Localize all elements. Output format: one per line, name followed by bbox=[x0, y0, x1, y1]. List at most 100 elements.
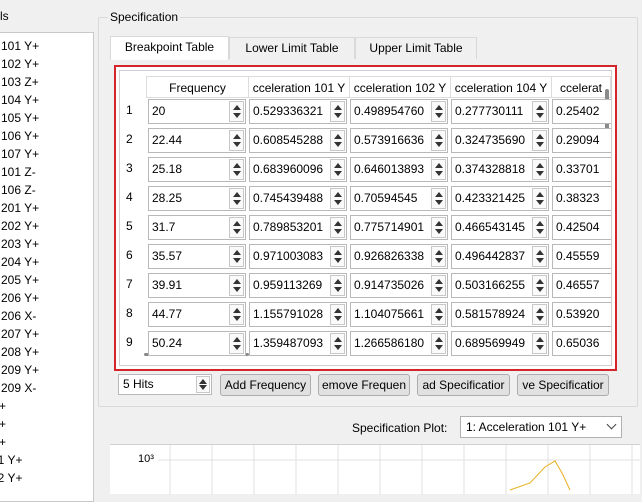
spin-up-icon[interactable] bbox=[233, 134, 241, 139]
spin-up-icon[interactable] bbox=[536, 308, 544, 313]
channel-list-item[interactable]: n 204 Y+ bbox=[0, 253, 39, 271]
acceleration-spinbox[interactable]: 0.689569949 bbox=[451, 331, 549, 356]
acceleration-spinbox[interactable]: 0.496442837 bbox=[451, 244, 549, 269]
spin-down-icon[interactable] bbox=[536, 258, 544, 263]
acceleration-spinbox[interactable]: 0.374328818 bbox=[451, 157, 549, 182]
channel-list-item[interactable]: n 106 Z- bbox=[0, 181, 36, 199]
spin-up-icon[interactable] bbox=[334, 134, 342, 139]
spin-down-icon[interactable] bbox=[435, 345, 443, 350]
acceleration-spinbox[interactable]: 1.155791028 bbox=[249, 302, 347, 327]
spin-down-icon[interactable] bbox=[536, 113, 544, 118]
breakpoint-table[interactable]: Frequency cceleration 101 Y cceleration … bbox=[119, 70, 612, 366]
spin-up-icon[interactable] bbox=[435, 279, 443, 284]
spin-down-icon[interactable] bbox=[536, 287, 544, 292]
spin-buttons[interactable] bbox=[229, 188, 244, 209]
channel-list-item[interactable]: n 107 Y+ bbox=[0, 145, 39, 163]
spin-up-icon[interactable] bbox=[334, 105, 342, 110]
spin-down-icon[interactable] bbox=[334, 142, 342, 147]
channel-list-item[interactable]: n 101 Y+ bbox=[0, 37, 39, 55]
spin-down-icon[interactable] bbox=[199, 385, 207, 390]
tab-upper-limit-table[interactable]: Upper Limit Table bbox=[355, 37, 477, 59]
spin-down-icon[interactable] bbox=[435, 287, 443, 292]
frequency-spinbox[interactable]: 31.7 bbox=[148, 215, 246, 240]
spin-down-icon[interactable] bbox=[233, 258, 241, 263]
channel-list-item[interactable]: n 102 Y+ bbox=[0, 55, 39, 73]
spin-buttons[interactable] bbox=[532, 217, 547, 238]
acceleration-spinbox[interactable]: 0.745439488 bbox=[249, 186, 347, 211]
channel-list-item[interactable]: n 206 Y+ bbox=[0, 289, 39, 307]
tab-breakpoint-table[interactable]: Breakpoint Table bbox=[110, 36, 229, 60]
spin-up-icon[interactable] bbox=[334, 279, 342, 284]
spin-up-icon[interactable] bbox=[435, 250, 443, 255]
channel-list-item[interactable]: n 201 Y+ bbox=[0, 199, 39, 217]
spin-down-icon[interactable] bbox=[233, 171, 241, 176]
spin-down-icon[interactable] bbox=[435, 113, 443, 118]
spin-up-icon[interactable] bbox=[435, 105, 443, 110]
acceleration-spinbox[interactable]: 0.46557 bbox=[552, 273, 611, 298]
save-specification-button[interactable]: ve Specificatior bbox=[517, 374, 609, 396]
spin-buttons[interactable] bbox=[330, 246, 345, 267]
spin-buttons[interactable] bbox=[532, 333, 547, 354]
spin-up-icon[interactable] bbox=[435, 192, 443, 197]
spin-buttons[interactable] bbox=[431, 159, 446, 180]
spin-buttons[interactable] bbox=[229, 333, 244, 354]
spin-buttons[interactable] bbox=[229, 130, 244, 151]
channel-list-item[interactable]: n 106 Y+ bbox=[0, 127, 39, 145]
hits-spinbox[interactable]: 5 Hits bbox=[118, 374, 212, 395]
spin-buttons[interactable] bbox=[330, 101, 345, 122]
spin-buttons[interactable] bbox=[431, 246, 446, 267]
spin-down-icon[interactable] bbox=[334, 229, 342, 234]
spin-buttons[interactable] bbox=[532, 188, 547, 209]
spin-buttons[interactable] bbox=[431, 304, 446, 325]
channel-list-item[interactable]: n 203 Y+ bbox=[0, 235, 39, 253]
spin-up-icon[interactable] bbox=[536, 163, 544, 168]
spin-up-icon[interactable] bbox=[536, 105, 544, 110]
channel-list-item[interactable]: n 104 Y+ bbox=[0, 91, 39, 109]
spin-buttons[interactable] bbox=[431, 333, 446, 354]
acceleration-spinbox[interactable]: 0.971003083 bbox=[249, 244, 347, 269]
spin-down-icon[interactable] bbox=[435, 258, 443, 263]
spin-up-icon[interactable] bbox=[199, 379, 207, 384]
channel-list-item[interactable]: n 207 Y+ bbox=[0, 325, 39, 343]
spin-up-icon[interactable] bbox=[435, 134, 443, 139]
spin-buttons[interactable] bbox=[532, 101, 547, 122]
spin-down-icon[interactable] bbox=[536, 171, 544, 176]
spin-down-icon[interactable] bbox=[435, 229, 443, 234]
channel-list-item[interactable]: Y+ bbox=[0, 415, 6, 433]
hits-spin-buttons[interactable] bbox=[196, 376, 210, 393]
spin-up-icon[interactable] bbox=[233, 279, 241, 284]
spin-up-icon[interactable] bbox=[435, 337, 443, 342]
spin-down-icon[interactable] bbox=[435, 316, 443, 321]
spin-buttons[interactable] bbox=[330, 130, 345, 151]
frequency-spinbox[interactable]: 35.57 bbox=[148, 244, 246, 269]
spin-buttons[interactable] bbox=[431, 217, 446, 238]
spin-up-icon[interactable] bbox=[233, 337, 241, 342]
acceleration-spinbox[interactable]: 0.33701 bbox=[552, 157, 611, 182]
frequency-spinbox[interactable]: 44.77 bbox=[148, 302, 246, 327]
channel-list-item[interactable]: n 202 Y+ bbox=[0, 217, 39, 235]
spin-down-icon[interactable] bbox=[233, 200, 241, 205]
acceleration-spinbox[interactable]: 1.266586180 bbox=[350, 331, 448, 356]
spin-buttons[interactable] bbox=[229, 304, 244, 325]
spin-up-icon[interactable] bbox=[334, 337, 342, 342]
spin-up-icon[interactable] bbox=[233, 163, 241, 168]
frequency-spinbox[interactable]: 39.91 bbox=[148, 273, 246, 298]
spin-up-icon[interactable] bbox=[334, 192, 342, 197]
spin-buttons[interactable] bbox=[532, 275, 547, 296]
channel-list-item[interactable]: Y+ bbox=[0, 433, 6, 451]
channel-list-item[interactable]: n 206 X- bbox=[0, 307, 36, 325]
spin-down-icon[interactable] bbox=[233, 113, 241, 118]
remove-frequency-button[interactable]: emove Frequen bbox=[318, 374, 410, 396]
acceleration-spinbox[interactable]: 0.277730111 bbox=[451, 99, 549, 124]
spin-down-icon[interactable] bbox=[536, 345, 544, 350]
acceleration-spinbox[interactable]: 0.42504 bbox=[552, 215, 611, 240]
spin-buttons[interactable] bbox=[330, 188, 345, 209]
spin-down-icon[interactable] bbox=[233, 142, 241, 147]
spin-down-icon[interactable] bbox=[435, 200, 443, 205]
spin-buttons[interactable] bbox=[330, 159, 345, 180]
spin-down-icon[interactable] bbox=[334, 258, 342, 263]
channel-list-item[interactable]: Y+ bbox=[0, 397, 6, 415]
acceleration-spinbox[interactable]: 0.498954760 bbox=[350, 99, 448, 124]
spin-down-icon[interactable] bbox=[233, 229, 241, 234]
acceleration-spinbox[interactable]: 0.581578924 bbox=[451, 302, 549, 327]
